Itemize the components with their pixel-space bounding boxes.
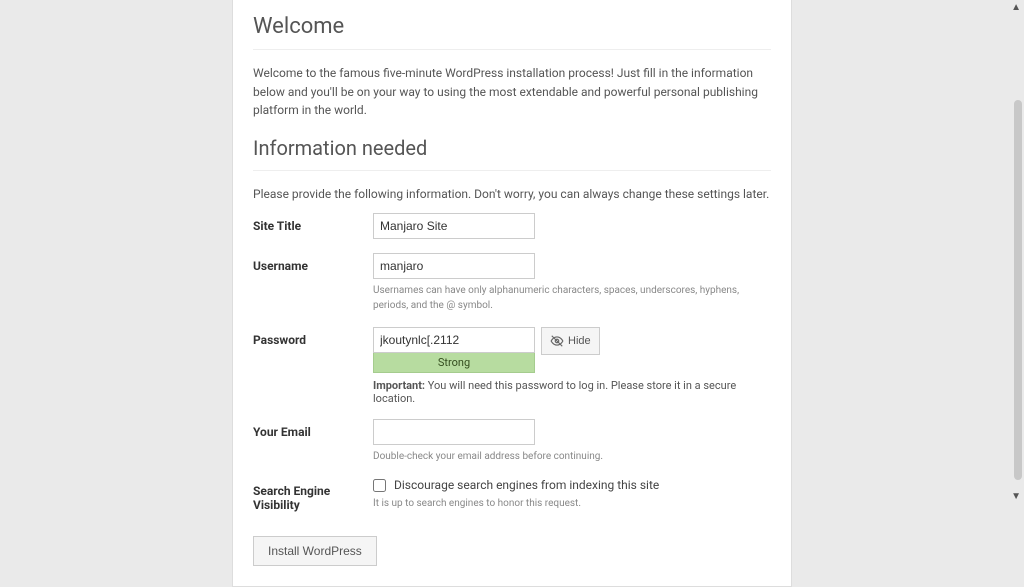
- install-wordpress-button[interactable]: Install WordPress: [253, 536, 377, 566]
- scroll-down-icon[interactable]: ▼: [1011, 491, 1021, 502]
- welcome-text: Welcome to the famous five-minute WordPr…: [253, 64, 771, 120]
- info-heading: Information needed: [253, 130, 771, 171]
- welcome-heading: Welcome: [253, 0, 771, 50]
- username-label: Username: [253, 253, 373, 273]
- search-visibility-checkbox-label: Discourage search engines from indexing …: [394, 478, 659, 492]
- email-input[interactable]: [373, 419, 535, 445]
- search-visibility-checkbox[interactable]: [373, 479, 386, 492]
- username-hint: Usernames can have only alphanumeric cha…: [373, 283, 743, 313]
- email-hint: Double-check your email address before c…: [373, 449, 743, 464]
- search-visibility-row: Search Engine Visibility Discourage sear…: [253, 478, 771, 512]
- email-label: Your Email: [253, 419, 373, 439]
- eye-slash-icon: [550, 334, 564, 348]
- hide-password-button[interactable]: Hide: [541, 327, 600, 355]
- scrollbar-thumb[interactable]: [1014, 100, 1022, 480]
- site-title-input[interactable]: [373, 213, 535, 239]
- email-row: Your Email Double-check your email addre…: [253, 419, 771, 464]
- username-row: Username Usernames can have only alphanu…: [253, 253, 771, 313]
- password-input[interactable]: [373, 327, 535, 353]
- hide-button-label: Hide: [568, 335, 591, 347]
- scroll-up-icon[interactable]: ▲: [1011, 2, 1021, 13]
- site-title-label: Site Title: [253, 213, 373, 233]
- install-panel: Welcome Welcome to the famous five-minut…: [232, 0, 792, 587]
- username-input[interactable]: [373, 253, 535, 279]
- info-text: Please provide the following information…: [253, 185, 771, 204]
- password-row: Password Strong Hide: [253, 327, 771, 405]
- password-label: Password: [253, 327, 373, 347]
- site-title-row: Site Title: [253, 213, 771, 239]
- password-important: Important: You will need this password t…: [373, 379, 771, 405]
- search-visibility-label: Search Engine Visibility: [253, 478, 373, 512]
- password-strength: Strong: [373, 353, 535, 373]
